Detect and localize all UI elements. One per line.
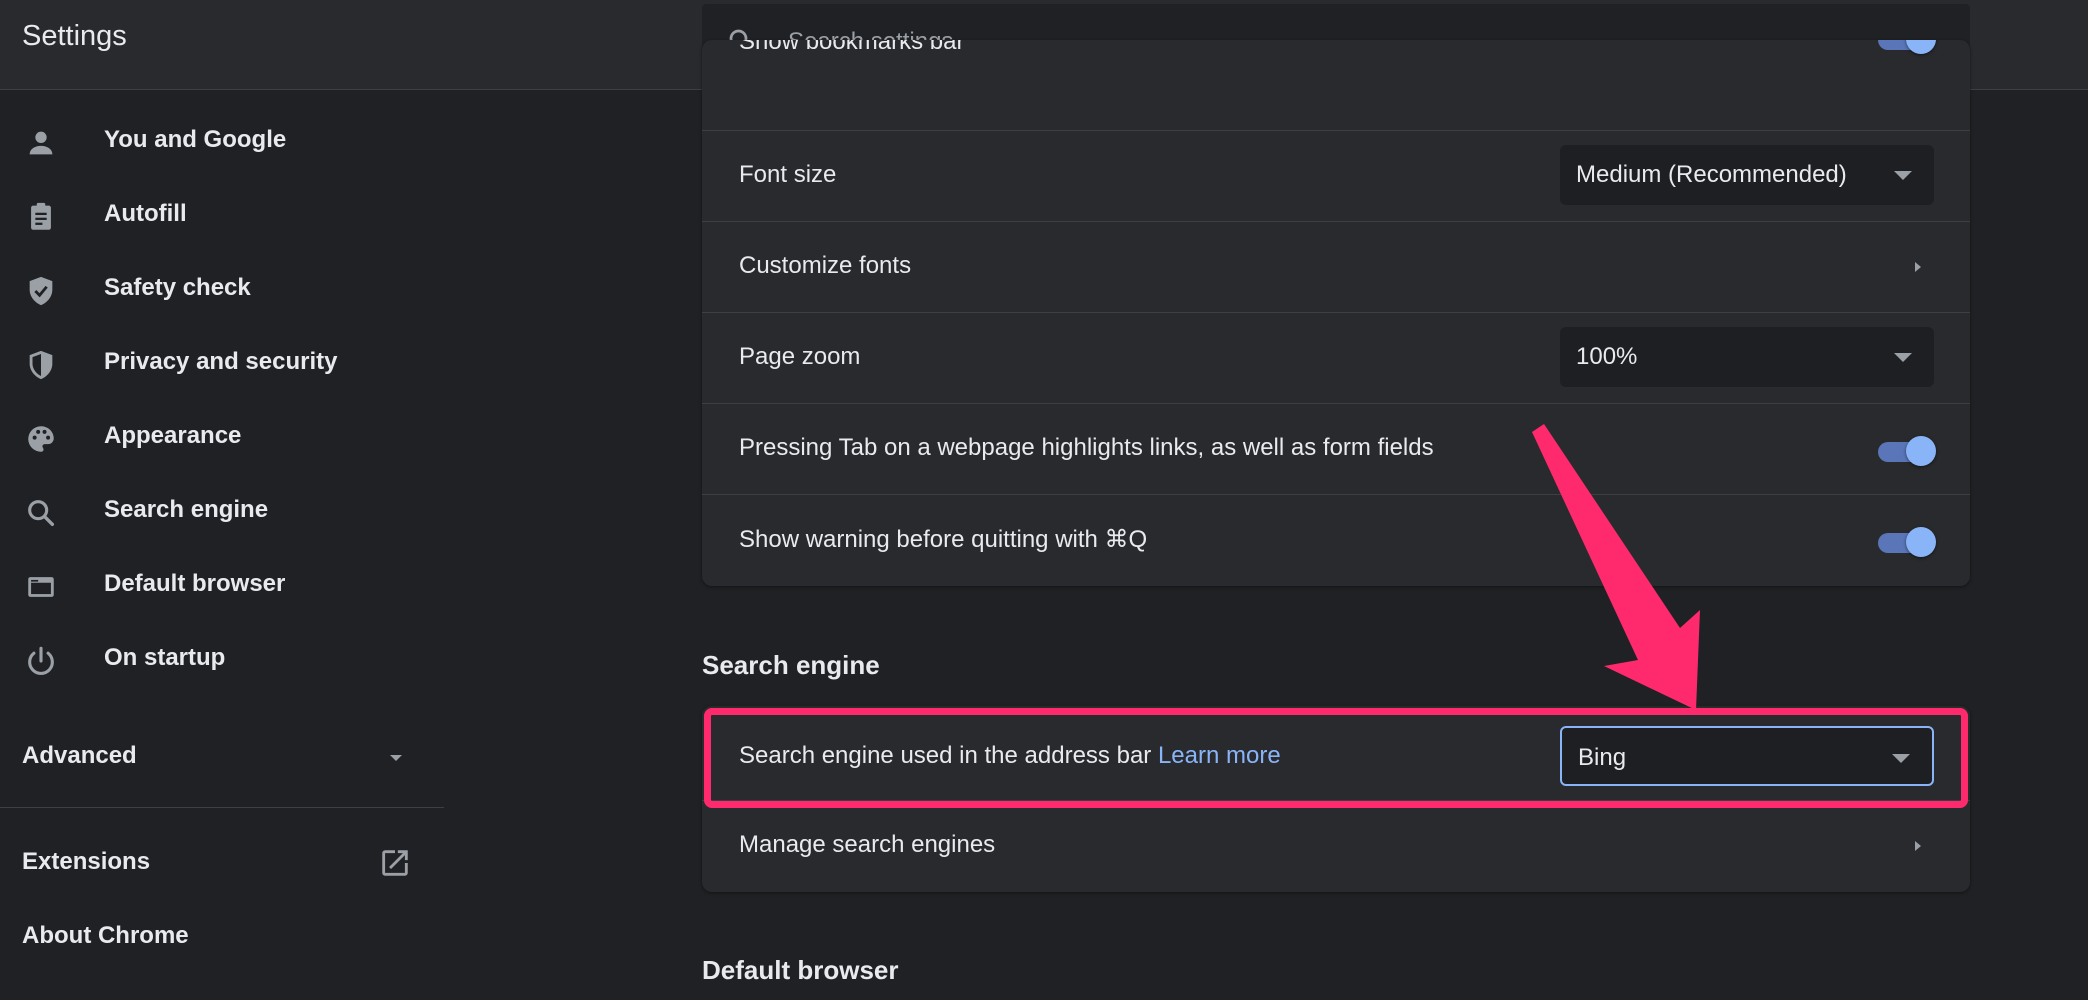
shield-icon [29,350,53,380]
page-zoom-select[interactable]: 100% [1560,327,1934,387]
sidebar-item-about-chrome[interactable]: About Chrome [22,922,189,950]
search-engine-section-title: Search engine [702,650,880,680]
sidebar-item-label: Autofill [104,200,187,227]
power-icon [28,646,54,675]
toggle-knob [1906,40,1936,54]
tab-highlight-row[interactable]: Pressing Tab on a webpage highlights lin… [702,403,1970,494]
row-label: Page zoom [739,343,861,370]
select-value: 100% [1576,343,1638,370]
chevron-right-icon [1915,262,1921,272]
person-icon [29,131,53,155]
dropdown-caret-icon [1894,171,1912,180]
browser-icon [28,577,54,597]
customize-fonts-row[interactable]: Customize fonts [702,221,1970,312]
manage-search-engines-row[interactable]: Manage search engines [702,800,1970,891]
annotation-arrow-icon [1532,424,1700,710]
sidebar-divider [0,807,444,808]
sidebar-item-label: Privacy and security [104,348,338,375]
quit-warning-toggle[interactable] [1872,527,1936,557]
sidebar-item-label: Default browser [104,570,286,597]
row-label: Show warning before quitting with ⌘Q [739,526,1148,553]
palette-icon [28,426,54,452]
appearance-card: Show bookmarks bar Font size Medium (Rec… [702,40,1970,586]
sidebar-item-on-startup[interactable]: On startup [0,622,444,696]
annotation-highlight-box [704,708,1968,808]
dropdown-caret-icon [1894,353,1912,362]
clipboard-icon [31,202,51,230]
sidebar-item-label: Search engine [104,496,269,523]
search-icon [28,500,55,527]
row-label: Show bookmarks bar [739,40,965,55]
external-link-icon[interactable] [378,846,412,880]
quit-warning-row[interactable]: Show warning before quitting with ⌘Q [702,494,1970,585]
bookmarks-bar-row[interactable]: Show bookmarks bar [702,40,1970,130]
toggle-knob [1906,527,1936,557]
chevron-right-icon [1915,841,1921,851]
advanced-toggle[interactable]: Advanced [22,742,137,770]
sidebar-item-label: Safety check [104,274,251,301]
tab-highlight-toggle[interactable] [1872,436,1936,466]
row-label: Pressing Tab on a webpage highlights lin… [739,434,1434,461]
row-label: Font size [739,161,837,188]
shield-check-icon [29,276,53,306]
sidebar-item-label: You and Google [104,126,287,153]
row-label: Manage search engines [739,831,996,858]
sidebar-item-extensions[interactable]: Extensions [22,848,150,876]
sidebar-item-label: On startup [104,644,226,671]
app-title: Settings [22,20,127,52]
sidebar-item-label: Appearance [104,422,242,449]
font-size-select[interactable]: Medium (Recommended) [1560,145,1934,205]
row-label: Customize fonts [739,252,912,279]
page-zoom-row: Page zoom 100% [702,312,1970,403]
toggle-knob [1906,436,1936,466]
sidebar-item-safety-check[interactable]: Safety check [0,252,444,326]
sidebar-item-autofill[interactable]: Autofill [0,178,444,252]
sidebar-item-you-and-google[interactable]: You and Google [0,104,444,178]
chevron-down-icon[interactable] [384,746,408,770]
sidebar-item-appearance[interactable]: Appearance [0,400,444,474]
select-value: Medium (Recommended) [1576,161,1847,188]
sidebar-item-search-engine[interactable]: Search engine [0,474,444,548]
sidebar-item-privacy[interactable]: Privacy and security [0,326,444,400]
bookmarks-bar-toggle[interactable] [1872,40,1936,54]
font-size-row: Font size Medium (Recommended) [702,130,1970,221]
sidebar-item-default-browser[interactable]: Default browser [0,548,444,622]
default-browser-section-title: Default browser [702,955,899,985]
sidebar: You and Google Autofill Safety check Pri… [0,90,444,1000]
